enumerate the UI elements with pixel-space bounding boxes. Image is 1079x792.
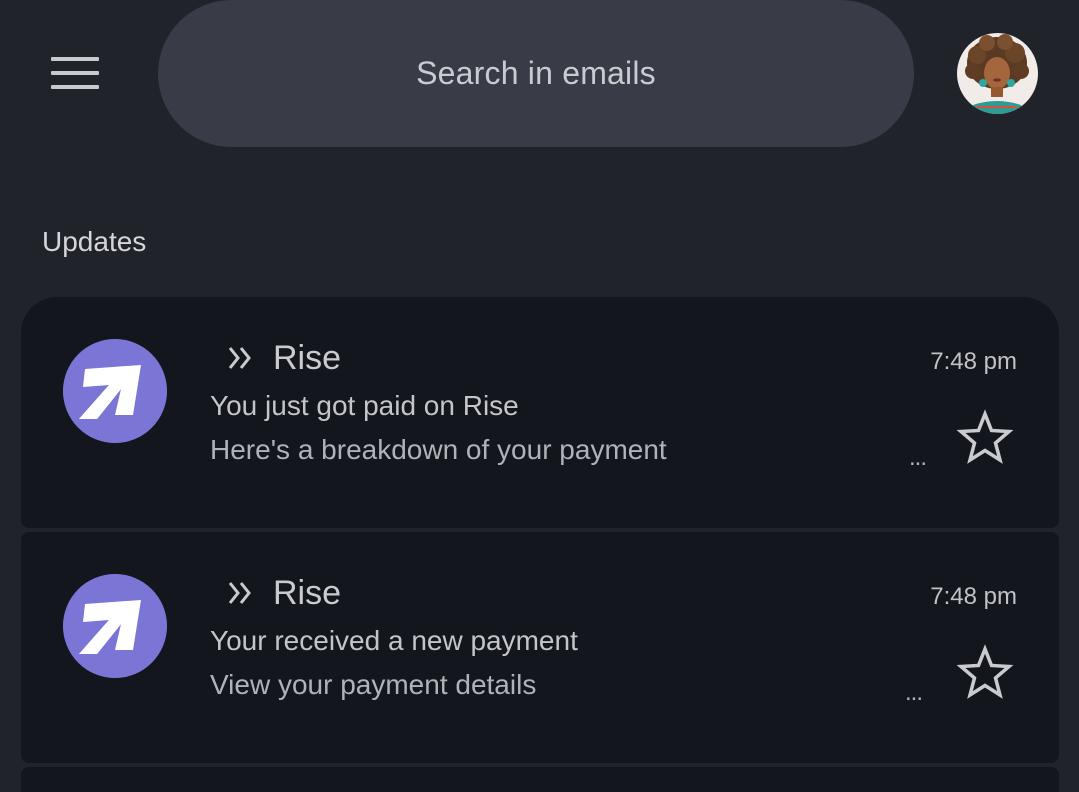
star-icon[interactable] [956,644,1014,702]
section-title-updates: Updates [42,226,147,257]
email-subject: Your received a new payment [210,625,578,656]
email-list-item[interactable]: Rise 7:48 pm You just got paid on Rise H… [21,297,1059,528]
more-options-icon[interactable]: ... [905,679,923,707]
email-inbox-screen: Search in emails Updates Rise 7:48 pm Yo… [0,0,1079,792]
email-sender: Rise [273,574,342,612]
double-chevron-right-icon [226,579,256,607]
email-snippet: View your payment details [210,669,537,700]
double-chevron-right-icon [226,344,256,372]
more-options-icon[interactable]: ... [909,444,927,472]
rise-logo-avatar [63,339,167,443]
email-time: 7:48 pm [930,348,1017,375]
email-list-item[interactable] [21,767,1059,792]
hamburger-menu-icon[interactable] [44,50,106,96]
search-placeholder: Search in emails [416,55,656,91]
account-avatar[interactable] [957,33,1038,114]
email-sender: Rise [273,339,342,377]
email-snippet: Here's a breakdown of your payment [210,434,667,465]
email-time: 7:48 pm [930,583,1017,610]
rise-logo-avatar [63,574,167,678]
star-icon[interactable] [956,409,1014,467]
search-bar[interactable]: Search in emails [158,0,914,147]
email-subject: You just got paid on Rise [210,390,519,421]
email-list-item[interactable]: Rise 7:48 pm Your received a new payment… [21,532,1059,763]
